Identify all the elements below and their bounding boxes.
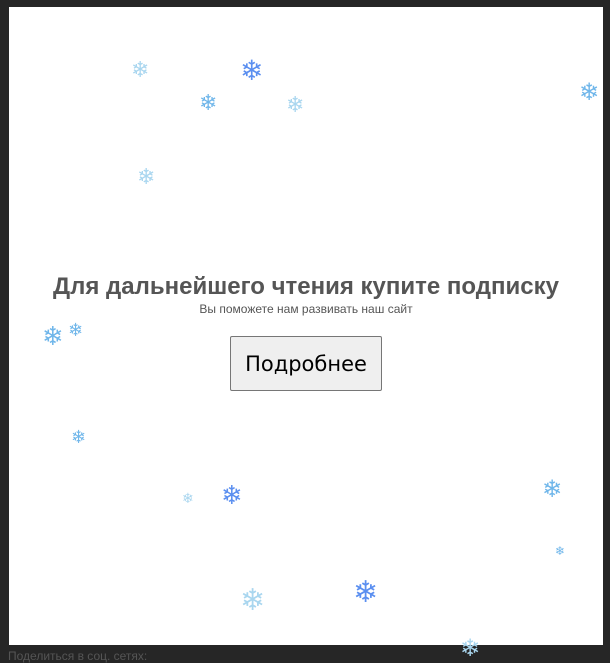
snowflake-icon: ❄ (460, 634, 481, 662)
snowflake-icon: ❄ (182, 491, 194, 507)
snowflake-icon: ❄ (579, 78, 600, 106)
snowflake-icon: ❄ (555, 544, 566, 558)
more-details-button[interactable]: Подробнее (230, 336, 382, 391)
snowflake-icon: ❄ (221, 481, 243, 511)
page-backdrop: ❄ ❄ ❄ ❄ ❄ ❄ ❄ ❄ ❄ ❄ ❄ ❄ ❄ ❄ ❄ Для дальне… (0, 0, 610, 663)
snowflake-icon: ❄ (131, 58, 150, 83)
snowflake-icon: ❄ (137, 165, 156, 190)
snowflake-icon: ❄ (286, 93, 305, 118)
snowflake-icon: ❄ (240, 583, 266, 618)
snowflake-icon: ❄ (240, 54, 264, 87)
paywall-modal: ❄ ❄ ❄ ❄ ❄ ❄ ❄ ❄ ❄ ❄ ❄ ❄ ❄ ❄ ❄ Для дальне… (9, 7, 603, 645)
share-label: Поделиться в соц. сетях: (8, 649, 148, 663)
snowflake-icon: ❄ (71, 427, 87, 448)
paywall-subtitle: Вы поможете нам развивать наш сайт (199, 302, 413, 316)
snowflake-icon: ❄ (353, 575, 379, 610)
paywall-content: Для дальнейшего чтения купите подписку В… (9, 273, 603, 391)
paywall-title: Для дальнейшего чтения купите подписку (53, 273, 559, 300)
snowflake-icon: ❄ (542, 475, 563, 503)
snowflake-icon: ❄ (199, 91, 218, 116)
